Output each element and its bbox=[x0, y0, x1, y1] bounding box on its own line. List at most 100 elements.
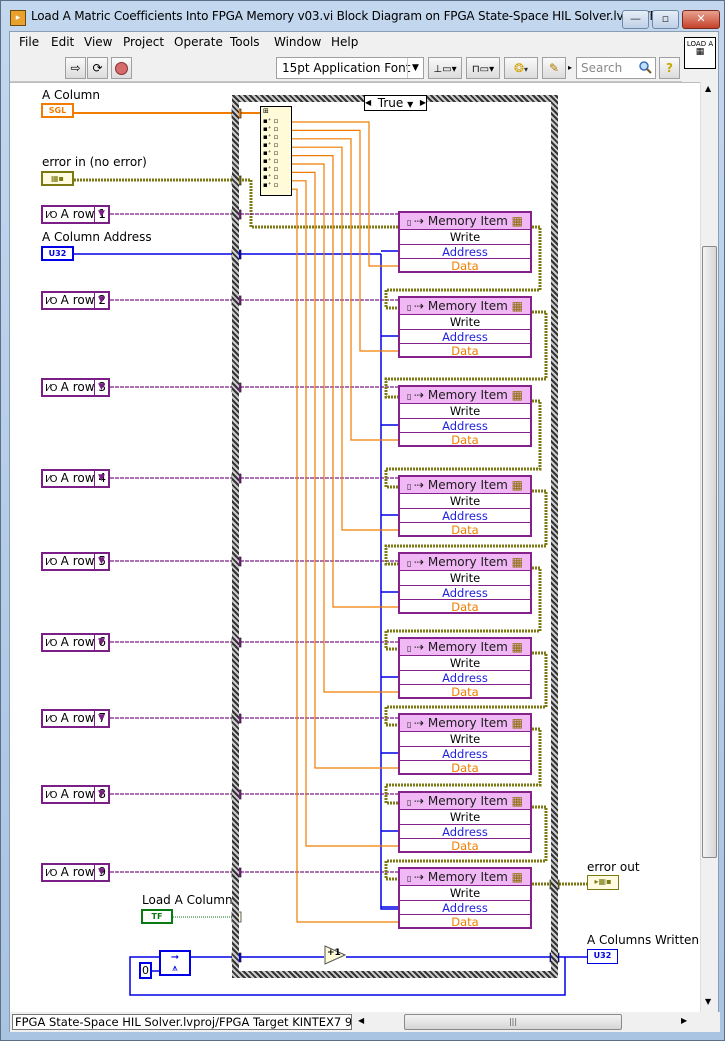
search-input[interactable]: Search bbox=[576, 57, 656, 79]
memory-method-write: Write bbox=[400, 230, 530, 245]
memory-data-input[interactable]: Data bbox=[400, 915, 530, 930]
memory-node-header: ▯ ⇢ Memory Item ▦ bbox=[400, 298, 530, 315]
memory-item-write-node[interactable]: ▯ ⇢ Memory Item ▦ Write Address Data bbox=[398, 867, 532, 929]
memory-address-input[interactable]: Address bbox=[400, 747, 530, 761]
index-terminal: ▪⁺ ▫ bbox=[263, 165, 279, 173]
a-row-2-control[interactable]: I⁄O A row 2 ▼ bbox=[41, 291, 110, 310]
clean-up-diagram-button[interactable]: ✎ bbox=[542, 57, 566, 79]
memory-address-input[interactable]: Address bbox=[400, 671, 530, 685]
error-out-indicator[interactable]: ▸▦▪ bbox=[587, 875, 619, 890]
maximize-button[interactable]: ▫ bbox=[652, 10, 679, 29]
memory-item-write-node[interactable]: ▯ ⇢ Memory Item ▦ Write Address Data bbox=[398, 637, 532, 699]
memory-address-input[interactable]: Address bbox=[400, 586, 530, 600]
distribute-objects-icon: ⊓▭▾ bbox=[471, 64, 495, 75]
font-select[interactable]: 15pt Application Font ▼ bbox=[276, 57, 424, 79]
menu-file[interactable]: File bbox=[19, 35, 39, 49]
chevron-down-icon[interactable]: ▼ bbox=[94, 711, 108, 726]
vertical-scrollbar[interactable]: ▲ ▼ bbox=[700, 82, 718, 1012]
vertical-scroll-thumb[interactable] bbox=[702, 246, 717, 858]
horizontal-scrollbar[interactable]: ◀ ||| ▶ bbox=[356, 1014, 700, 1030]
a-columns-written-label: A Columns Written bbox=[587, 933, 700, 947]
a-row-9-control[interactable]: I⁄O A row 9 ▼ bbox=[41, 863, 110, 882]
memory-item-write-node[interactable]: ▯ ⇢ Memory Item ▦ Write Address Data bbox=[398, 713, 532, 775]
memory-item-write-node[interactable]: ▯ ⇢ Memory Item ▦ Write Address Data bbox=[398, 296, 532, 358]
scroll-down-icon[interactable]: ▼ bbox=[705, 997, 711, 1006]
menu-tools[interactable]: Tools bbox=[230, 35, 260, 49]
a-row-1-control[interactable]: I⁄O A row 1 ▼ bbox=[41, 205, 110, 224]
memory-address-input[interactable]: Address bbox=[400, 509, 530, 523]
case-selector[interactable]: ◀ True ▼ ▶ bbox=[364, 95, 427, 111]
menu-project[interactable]: Project bbox=[123, 35, 164, 49]
feedback-node[interactable]: ➞ ⩚ bbox=[159, 950, 191, 976]
abort-button[interactable] bbox=[111, 57, 132, 79]
close-button[interactable]: ✕ bbox=[682, 10, 720, 29]
chevron-down-icon[interactable]: ▼ bbox=[94, 207, 108, 222]
a-row-4-control[interactable]: I⁄O A row 4 ▼ bbox=[41, 469, 110, 488]
a-row-6-control[interactable]: I⁄O A row 6 ▼ bbox=[41, 633, 110, 652]
scroll-right-icon[interactable]: ▶ bbox=[681, 1016, 687, 1025]
context-help-button[interactable]: ? bbox=[659, 57, 680, 79]
menu-edit[interactable]: Edit bbox=[51, 35, 74, 49]
memory-data-input[interactable]: Data bbox=[400, 523, 530, 538]
menu-window[interactable]: Window bbox=[274, 35, 321, 49]
memory-grid-icon: ▦ bbox=[507, 214, 523, 228]
memory-data-input[interactable]: Data bbox=[400, 344, 530, 359]
memory-ref-icon: ▯ bbox=[407, 798, 414, 807]
menu-view[interactable]: View bbox=[84, 35, 112, 49]
memory-data-input[interactable]: Data bbox=[400, 761, 530, 776]
menu-operate[interactable]: Operate bbox=[174, 35, 223, 49]
memory-address-input[interactable]: Address bbox=[400, 901, 530, 915]
memory-item-write-node[interactable]: ▯ ⇢ Memory Item ▦ Write Address Data bbox=[398, 211, 532, 273]
load-a-column-terminal[interactable]: TF bbox=[141, 909, 173, 924]
a-column-terminal[interactable]: SGL bbox=[41, 103, 74, 118]
memory-data-input[interactable]: Data bbox=[400, 433, 530, 448]
run-continuously-button[interactable]: ⟳ bbox=[87, 57, 108, 79]
align-objects-button[interactable]: ⊥▭▾ bbox=[428, 57, 462, 79]
distribute-objects-button[interactable]: ⊓▭▾ bbox=[466, 57, 500, 79]
arrow-right-icon: ⇢ bbox=[413, 716, 428, 730]
memory-data-input[interactable]: Data bbox=[400, 259, 530, 274]
a-columns-written-indicator[interactable]: U32 bbox=[587, 949, 618, 964]
memory-address-input[interactable]: Address bbox=[400, 330, 530, 344]
memory-item-write-node[interactable]: ▯ ⇢ Memory Item ▦ Write Address Data bbox=[398, 475, 532, 537]
memory-data-input[interactable]: Data bbox=[400, 600, 530, 615]
a-row-3-control[interactable]: I⁄O A row 3 ▼ bbox=[41, 378, 110, 397]
chevron-down-icon[interactable]: ▼ bbox=[94, 471, 108, 486]
search-expand-icon[interactable]: ▸ bbox=[568, 63, 572, 72]
a-column-address-terminal[interactable]: U32 bbox=[41, 246, 74, 261]
chevron-down-icon[interactable]: ▼ bbox=[94, 865, 108, 880]
chevron-down-icon: ▼ bbox=[407, 100, 414, 109]
case-next-icon[interactable]: ▶ bbox=[420, 96, 426, 110]
a-row-5-control[interactable]: I⁄O A row 5 ▼ bbox=[41, 552, 110, 571]
chevron-down-icon[interactable]: ▼ bbox=[94, 380, 108, 395]
memory-address-input[interactable]: Address bbox=[400, 419, 530, 433]
increment-node[interactable]: +1 bbox=[324, 945, 347, 965]
horizontal-scroll-thumb[interactable]: ||| bbox=[404, 1014, 622, 1030]
vi-icon[interactable]: LOAD A ▦ bbox=[684, 37, 716, 69]
error-in-terminal[interactable]: ▦▪ bbox=[41, 171, 74, 186]
chevron-down-icon[interactable]: ▼ bbox=[94, 787, 108, 802]
scroll-up-icon[interactable]: ▲ bbox=[705, 84, 711, 93]
zero-constant[interactable]: 0 bbox=[139, 962, 152, 979]
minimize-button[interactable]: — bbox=[622, 10, 649, 29]
search-icon[interactable] bbox=[638, 60, 652, 74]
a-row-7-control[interactable]: I⁄O A row 7 ▼ bbox=[41, 709, 110, 728]
memory-item-write-node[interactable]: ▯ ⇢ Memory Item ▦ Write Address Data bbox=[398, 385, 532, 447]
run-button[interactable]: ⇨ bbox=[65, 57, 86, 79]
memory-address-input[interactable]: Address bbox=[400, 825, 530, 839]
block-diagram[interactable]: ◀ True ▼ ▶ A Column SGL error in (no err… bbox=[10, 82, 700, 1012]
a-row-8-control[interactable]: I⁄O A row 8 ▼ bbox=[41, 785, 110, 804]
case-prev-icon[interactable]: ◀ bbox=[365, 96, 371, 110]
index-array-node[interactable]: ⊞ ▪⁺ ▫ ▪⁺ ▫ ▪⁺ ▫ ▪⁺ ▫ ▪⁺ ▫ ▪⁺ ▫ ▪⁺ ▫ ▪⁺ … bbox=[260, 106, 292, 196]
scroll-left-icon[interactable]: ◀ bbox=[358, 1016, 364, 1025]
reorder-button[interactable]: ❂▾ bbox=[504, 57, 538, 79]
memory-address-input[interactable]: Address bbox=[400, 245, 530, 259]
memory-data-input[interactable]: Data bbox=[400, 839, 530, 854]
memory-data-input[interactable]: Data bbox=[400, 685, 530, 700]
memory-item-write-node[interactable]: ▯ ⇢ Memory Item ▦ Write Address Data bbox=[398, 552, 532, 614]
chevron-down-icon[interactable]: ▼ bbox=[94, 635, 108, 650]
menu-help[interactable]: Help bbox=[331, 35, 358, 49]
chevron-down-icon[interactable]: ▼ bbox=[94, 554, 108, 569]
memory-item-write-node[interactable]: ▯ ⇢ Memory Item ▦ Write Address Data bbox=[398, 791, 532, 853]
chevron-down-icon[interactable]: ▼ bbox=[94, 293, 108, 308]
